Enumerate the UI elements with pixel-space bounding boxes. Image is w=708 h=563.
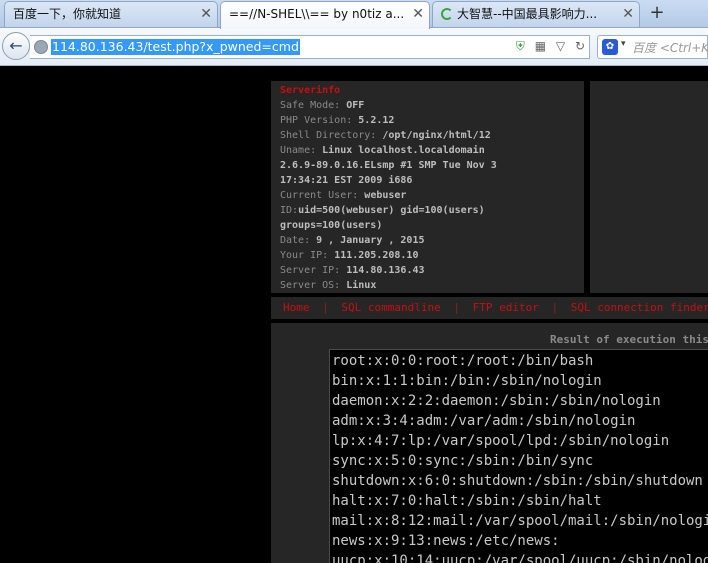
serverinfo-label: ID: (280, 205, 299, 216)
tab-strip: 百度一下，你就知道 ✕ ==//N-SHEL\\== by n0tiz a...… (0, 0, 708, 29)
serverinfo-rows: Safe Mode: OFF PHP Version: 5.2.12 Shell D… (280, 98, 575, 293)
menu-sql-connection-finder-link[interactable]: SQL connection finder (571, 301, 708, 314)
reload-icon[interactable]: ↻ (575, 39, 585, 53)
address-bar[interactable]: 114.80.136.43/test.php?x_pwned=cmd ⛨ ▦ ▽… (30, 35, 590, 59)
new-tab-button[interactable]: + (644, 3, 670, 25)
result-title: Result of execution this command: (550, 333, 708, 346)
serverinfo-row: ID:uid=500(webuser) gid=100(users) (280, 203, 575, 218)
url-text[interactable]: 114.80.136.43/test.php?x_pwned=cmd (51, 39, 300, 55)
tab-title: 大智慧--中国最具影响力... (457, 7, 598, 21)
serverinfo-value: 111.205.208.10 (334, 250, 419, 261)
serverinfo-label: PHP Version: (280, 115, 359, 126)
tab-nshell[interactable]: ==//N-SHEL\\== by n0tiz a... ✕ (220, 1, 430, 29)
output-line: shutdown:x:6:0:shutdown:/sbin:/sbin/shut… (332, 473, 703, 489)
close-icon[interactable]: ✕ (622, 2, 634, 26)
search-box[interactable]: ✿ ▾ 百度 <Ctrl+K> (597, 35, 708, 59)
menu-ftp-editor-link[interactable]: FTP editor (473, 301, 539, 314)
serverinfo-label: Uname: (280, 145, 323, 156)
serverinfo-value: 17:34:21 EST 2009 i686 (280, 175, 413, 186)
output-line: bin:x:1:1:bin:/bin:/sbin/nologin (332, 373, 602, 389)
shell-menu: Home | SQL commandline | FTP editor | SQ… (271, 297, 708, 319)
serverinfo-label: Date: (280, 235, 317, 246)
side-panel (590, 81, 708, 293)
globe-icon (34, 40, 48, 54)
serverinfo-title: Serverinfo (280, 85, 341, 96)
tab-baidu[interactable]: 百度一下，你就知道 ✕ (4, 1, 218, 27)
qr-code-icon[interactable]: ▦ (535, 39, 546, 53)
serverinfo-value: 114.80.136.43 (346, 265, 425, 276)
tab-dzh[interactable]: 大智慧--中国最具影响力... ✕ (432, 1, 640, 27)
serverinfo-row: Safe Mode: OFF (280, 98, 575, 113)
serverinfo-row: Shell Directory: /opt/nginx/html/12 (280, 128, 575, 143)
serverinfo-row: 17:34:21 EST 2009 i686 (280, 173, 575, 188)
tab-title: 百度一下，你就知道 (13, 7, 122, 21)
serverinfo-value: /opt/nginx/html/12 (382, 130, 491, 141)
serverinfo-label: Safe Mode: (280, 100, 347, 111)
serverinfo-label: Shell Directory: (280, 130, 383, 141)
output-line: halt:x:7:0:halt:/sbin:/sbin/halt (332, 493, 602, 509)
serverinfo-value: 5.2.12 (358, 115, 395, 126)
serverinfo-row: Current User: webuser (280, 188, 575, 203)
baidu-paw-icon[interactable]: ✿ (602, 39, 618, 55)
serverinfo-value: webuser (364, 190, 407, 201)
chevron-down-icon[interactable]: ▾ (621, 39, 626, 49)
output-line: mail:x:8:12:mail:/var/spool/mail:/sbin/n… (332, 513, 708, 529)
output-line: root:x:0:0:root:/root:/bin/bash (332, 353, 594, 369)
menu-separator: | (551, 301, 559, 314)
output-line: daemon:x:2:2:daemon:/sbin:/sbin/nologin (332, 393, 661, 409)
close-icon[interactable]: ✕ (200, 2, 212, 26)
dropdown-arrow-icon[interactable]: ▽ (556, 39, 565, 53)
serverinfo-row: groups=100(users) (280, 218, 575, 233)
shield-icon[interactable]: ⛨ (516, 39, 525, 54)
serverinfo-value: uid=500(webuser) gid=100(users) (298, 205, 485, 216)
serverinfo-value: Linux (346, 280, 377, 291)
command-output-textarea[interactable]: root:x:0:0:root:/root:/bin/bash bin:x:1:1… (329, 349, 708, 563)
serverinfo-row: Server OS: Linux (280, 278, 575, 293)
navigation-bar: ← 114.80.136.43/test.php?x_pwned=cmd ⛨ ▦… (0, 28, 708, 66)
output-line: lp:x:4:7:lp:/var/spool/lpd:/sbin/nologin (332, 433, 670, 449)
result-panel: Result of execution this command: root:x… (271, 323, 708, 563)
back-button[interactable]: ← (2, 32, 30, 60)
menu-home-link[interactable]: Home (283, 301, 310, 314)
tab-title: ==//N-SHEL\\== by n0tiz a... (229, 7, 405, 21)
serverinfo-panel: Serverinfo Safe Mode: OFF PHP Version: 5.… (271, 81, 584, 293)
serverinfo-value: 2.6.9-89.0.16.ELsmp #1 SMP Tue Nov 3 (280, 160, 497, 171)
serverinfo-row: Server IP: 114.80.136.43 (280, 263, 575, 278)
menu-sql-commandline-link[interactable]: SQL commandline (341, 301, 440, 314)
serverinfo-row: Your IP: 111.205.208.10 (280, 248, 575, 263)
output-line: news:x:9:13:news:/etc/news: (332, 533, 560, 549)
output-line: sync:x:5:0:sync:/sbin:/bin/sync (332, 453, 594, 469)
close-icon[interactable]: ✕ (412, 2, 424, 26)
page-content: Serverinfo Safe Mode: OFF PHP Version: 5.… (0, 67, 708, 563)
url-bar-icons: ⛨ ▦ ▽ ↻ (510, 39, 585, 55)
serverinfo-value: 9 , January , 2015 (316, 235, 425, 246)
serverinfo-label: Your IP: (280, 250, 335, 261)
output-line: adm:x:3:4:adm:/var/adm:/sbin/nologin (332, 413, 636, 429)
menu-separator: | (322, 301, 329, 314)
loading-spinner-icon (441, 8, 453, 20)
serverinfo-row: Date: 9 , January , 2015 (280, 233, 575, 248)
serverinfo-value: Linux localhost.localdomain (322, 145, 485, 156)
menu-separator: | (453, 301, 460, 314)
output-line: uucp:x:10:14:uucp:/var/spool/uucp:/sbin/… (332, 553, 708, 563)
serverinfo-row: Uname: Linux localhost.localdomain (280, 143, 575, 158)
serverinfo-value: OFF (346, 100, 365, 111)
serverinfo-label: Current User: (280, 190, 365, 201)
serverinfo-row: 2.6.9-89.0.16.ELsmp #1 SMP Tue Nov 3 (280, 158, 575, 173)
serverinfo-value: groups=100(users) (280, 220, 383, 231)
search-placeholder[interactable]: 百度 <Ctrl+K> (632, 39, 708, 56)
serverinfo-label: Server OS: (280, 280, 347, 291)
serverinfo-label: Server IP: (280, 265, 347, 276)
serverinfo-row: PHP Version: 5.2.12 (280, 113, 575, 128)
